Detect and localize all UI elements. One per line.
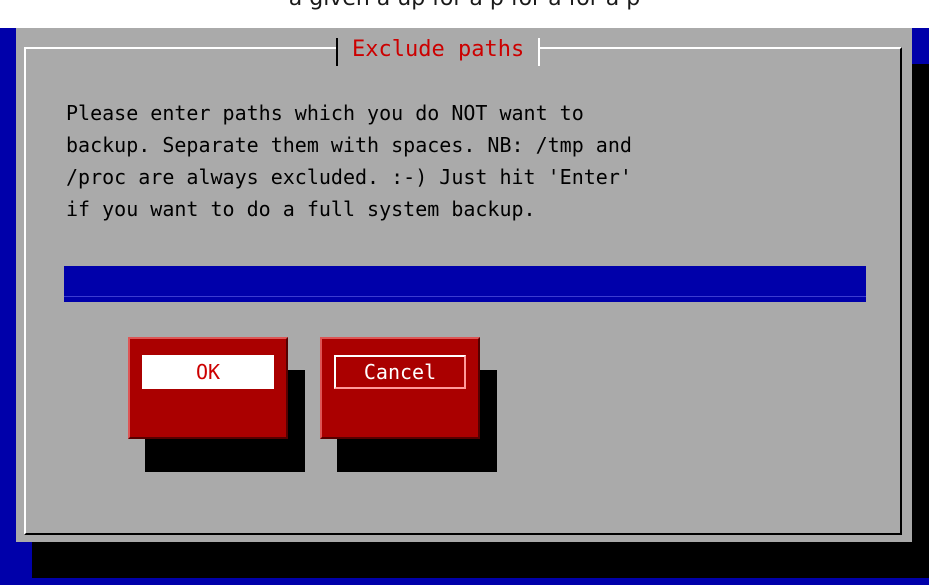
top-strip: a given a up for a p for a for a p xyxy=(0,0,929,28)
cancel-button[interactable]: Cancel xyxy=(320,337,480,439)
title-left-tick xyxy=(336,38,338,66)
dialog-shadow-bottom xyxy=(32,542,929,578)
input-underline xyxy=(64,296,866,297)
cancel-button-label: Cancel xyxy=(334,355,466,389)
ok-button[interactable]: OK xyxy=(128,337,288,439)
dialog-message: Please enter paths which you do NOT want… xyxy=(66,101,632,221)
dialog-title: Exclude paths xyxy=(336,32,541,68)
dialog-shadow-right xyxy=(912,64,929,578)
exclude-paths-dialog: Exclude paths Please enter paths which y… xyxy=(16,28,912,542)
ok-button-label: OK xyxy=(142,355,274,389)
top-strip-text: a given a up for a p for a for a p xyxy=(0,0,929,11)
title-right-tick xyxy=(538,38,541,66)
dialog-title-text: Exclude paths xyxy=(352,37,525,62)
